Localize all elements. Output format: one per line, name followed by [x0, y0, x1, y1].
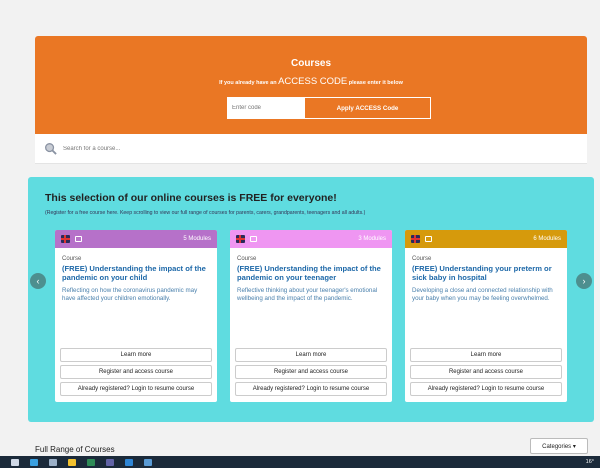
learn-more-button[interactable]: Learn more [235, 348, 387, 362]
register-access-button[interactable]: Register and access course [235, 365, 387, 379]
course-card-actions: Learn more Register and access course Al… [60, 348, 212, 399]
flag-icon [61, 235, 70, 243]
hero-sub-before: If you already have an [219, 80, 277, 86]
register-access-button[interactable]: Register and access course [410, 365, 562, 379]
apply-access-code-button[interactable]: Apply ACCESS Code [304, 97, 431, 119]
free-courses-section: This selection of our online courses is … [28, 177, 594, 422]
free-section-title: This selection of our online courses is … [45, 192, 337, 204]
course-label: Course [237, 256, 257, 262]
free-section-note: (Register for a free course here. Keep s… [45, 210, 366, 216]
file-explorer-icon[interactable] [68, 458, 76, 466]
hero-title: Courses [290, 58, 331, 69]
login-resume-button[interactable]: Already registered? Login to resume cour… [410, 382, 562, 396]
carousel-next-button[interactable]: › [576, 273, 592, 289]
edge-icon[interactable] [125, 458, 133, 466]
taskbar: 16° [0, 456, 600, 468]
course-title[interactable]: (FREE) Understanding the impact of the p… [237, 264, 385, 282]
course-label: Course [412, 256, 432, 262]
course-card-header: 5 Modules [55, 230, 217, 248]
course-search-bar [35, 134, 587, 164]
modules-count: 6 Modules [533, 236, 561, 242]
login-resume-button[interactable]: Already registered? Login to resume cour… [235, 382, 387, 396]
task-view-icon[interactable] [49, 458, 57, 466]
course-card-body: Course (FREE) Understanding your preterm… [405, 248, 567, 303]
course-description: Developing a close and connected relatio… [412, 287, 553, 303]
course-title[interactable]: (FREE) Understanding your preterm or sic… [412, 264, 560, 282]
course-card-body: Course (FREE) Understanding the impact o… [55, 248, 217, 303]
book-icon [425, 236, 432, 242]
learn-more-button[interactable]: Learn more [410, 348, 562, 362]
access-code-input[interactable] [227, 97, 304, 119]
course-label: Course [62, 256, 82, 262]
book-icon [250, 236, 257, 242]
learn-more-button[interactable]: Learn more [60, 348, 212, 362]
login-resume-button[interactable]: Already registered? Login to resume cour… [60, 382, 212, 396]
flag-icon [411, 235, 420, 243]
course-card: 3 Modules Course (FREE) Understanding th… [230, 230, 392, 402]
tray-temperature: 16° [585, 459, 594, 465]
course-description: Reflective thinking about your teenager'… [237, 287, 378, 303]
register-access-button[interactable]: Register and access course [60, 365, 212, 379]
hero-sub-after: please enter it below [348, 80, 403, 86]
courses-hero: Courses If you already have an ACCESS CO… [35, 36, 587, 134]
chevron-left-icon: ‹ [36, 276, 40, 286]
search-icon [45, 143, 57, 155]
chevron-right-icon: › [582, 276, 586, 286]
modules-count: 3 Modules [358, 236, 386, 242]
course-card-header: 3 Modules [230, 230, 392, 248]
full-range-heading: Full Range of Courses [35, 445, 115, 454]
book-icon [75, 236, 82, 242]
app-icon[interactable] [144, 458, 152, 466]
teams-icon[interactable] [106, 458, 114, 466]
modules-count: 5 Modules [183, 236, 211, 242]
course-card-body: Course (FREE) Understanding the impact o… [230, 248, 392, 303]
course-card: 6 Modules Course (FREE) Understanding yo… [405, 230, 567, 402]
carousel-prev-button[interactable]: ‹ [30, 273, 46, 289]
hero-subtitle: If you already have an ACCESS CODE pleas… [35, 76, 587, 87]
course-description: Reflecting on how the coronavirus pandem… [62, 287, 198, 303]
course-search-input[interactable] [63, 140, 563, 158]
course-card: 5 Modules Course (FREE) Understanding th… [55, 230, 217, 402]
windows-start-icon[interactable] [11, 458, 19, 466]
search-icon[interactable] [30, 458, 38, 466]
course-card-actions: Learn more Register and access course Al… [410, 348, 562, 399]
categories-dropdown[interactable]: Categories ▾ [530, 438, 588, 454]
access-code-form: Apply ACCESS Code [227, 97, 431, 119]
course-title[interactable]: (FREE) Understanding the impact of the p… [62, 264, 210, 282]
flag-icon [236, 235, 245, 243]
course-card-actions: Learn more Register and access course Al… [235, 348, 387, 399]
hero-sub-code: ACCESS CODE [278, 76, 348, 87]
course-card-header: 6 Modules [405, 230, 567, 248]
excel-icon[interactable] [87, 458, 95, 466]
